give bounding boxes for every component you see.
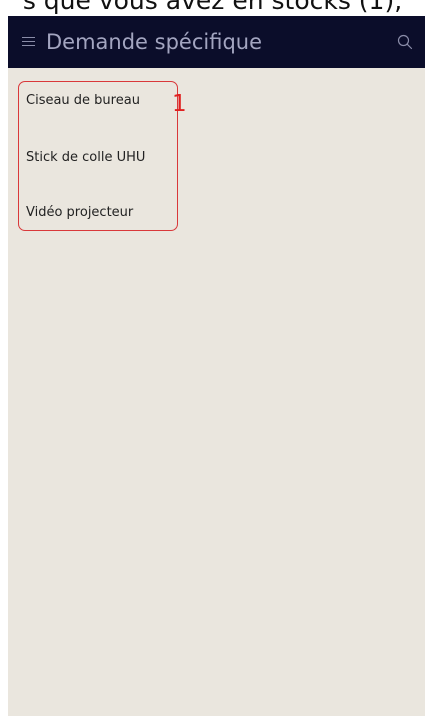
annotation-number: 1 [172, 91, 187, 117]
list-item-video-projecteur[interactable]: Vidéo projecteur [26, 203, 133, 223]
app-screen: Demande spécifique Ciseau de bureau Stic… [8, 16, 425, 716]
list-item-stick-colle[interactable]: Stick de colle UHU [26, 148, 145, 168]
screenshot-page: s que vous avez en stocks (1), Demande s… [0, 0, 425, 716]
search-icon[interactable] [396, 33, 414, 51]
item-list-highlight: Ciseau de bureau Stick de colle UHU Vidé… [18, 81, 178, 231]
page-title: Demande spécifique [46, 30, 263, 54]
hamburger-menu-icon[interactable] [22, 37, 35, 47]
instruction-caption: s que vous avez en stocks (1), [22, 0, 403, 15]
list-item-ciseau[interactable]: Ciseau de bureau [26, 91, 140, 111]
app-header: Demande spécifique [8, 16, 425, 68]
